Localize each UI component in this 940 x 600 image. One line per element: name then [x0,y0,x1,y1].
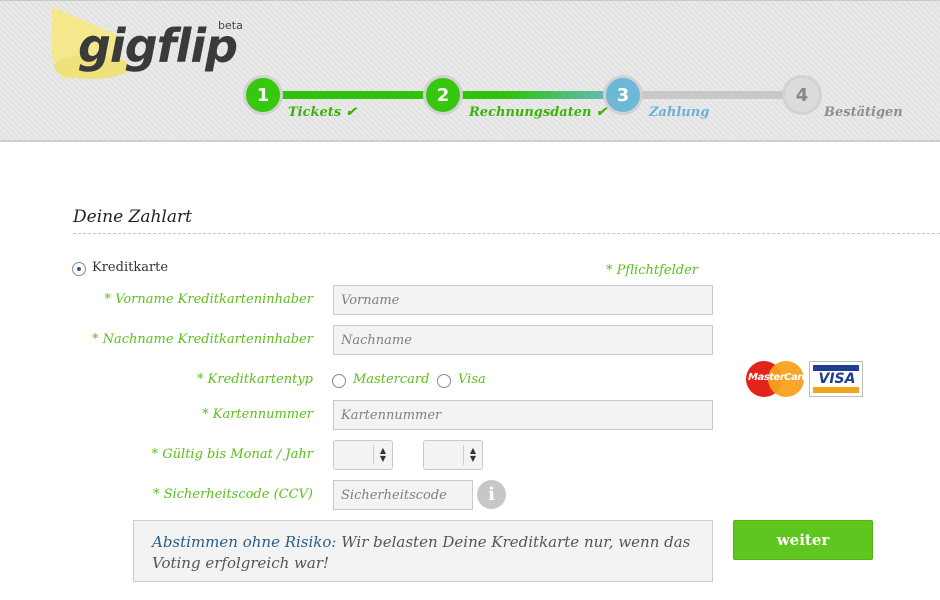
cardtype-label: * Kreditkartentyp [197,372,313,387]
risk-notice: Abstimmen ohne Risiko: Wir belasten Dein… [133,520,713,582]
header: gigflip beta 1 2 3 4 Tickets ✔ Rechnungs… [0,0,940,142]
lastname-input[interactable] [333,325,713,355]
mastercard-radio[interactable] [332,374,346,388]
firstname-label: * Vorname Kreditkarteninhaber [104,292,313,307]
expiry-month-select[interactable]: ▲ ▼ [333,440,393,470]
kreditkarte-label: Kreditkarte [92,260,169,275]
step-4-label: Bestätigen [824,105,903,120]
info-icon[interactable]: i [477,480,506,509]
check-icon: ✔ [345,105,357,120]
kreditkarte-radio[interactable] [72,262,86,276]
firstname-input[interactable] [333,285,713,315]
section-title: Deine Zahlart [73,207,192,227]
divider [73,233,940,234]
ccv-label: * Sicherheitscode (CCV) [152,487,313,502]
visa-option-label[interactable]: Visa [458,372,486,387]
step-3-label: Zahlung [649,105,710,120]
logo[interactable]: gigflip beta [52,7,252,81]
cardnumber-label: * Kartennummer [202,407,313,422]
step-2-label: Rechnungsdaten ✔ [469,105,607,120]
check-icon: ✔ [595,105,607,120]
required-note: * Pflichtfelder [606,263,698,278]
ccv-input[interactable] [333,480,473,510]
step-4-circle: 4 [782,75,822,115]
expiry-label: * Gültig bis Monat / Jahr [151,447,313,462]
weiter-button[interactable]: weiter [733,520,873,560]
step-1-label: Tickets ✔ [288,105,357,120]
step-3-circle: 3 [603,75,643,115]
mastercard-option-label[interactable]: Mastercard [353,372,429,387]
step-1-circle: 1 [243,75,283,115]
visa-radio[interactable] [437,374,451,388]
step-2-circle: 2 [423,75,463,115]
beta-label: beta [218,19,243,32]
notice-strong: Abstimmen ohne Risiko [152,533,332,551]
mastercard-logo: MasterCard [746,361,809,397]
lastname-label: * Nachname Kreditkarteninhaber [91,332,313,347]
stepper-arrows-icon: ▲ ▼ [469,446,476,463]
cardnumber-input[interactable] [333,400,713,430]
stepper-arrows-icon: ▲ ▼ [379,446,386,463]
visa-logo: VISA [809,361,863,397]
logo-text: gigflip [78,19,238,73]
expiry-year-select[interactable]: ▲ ▼ [423,440,483,470]
